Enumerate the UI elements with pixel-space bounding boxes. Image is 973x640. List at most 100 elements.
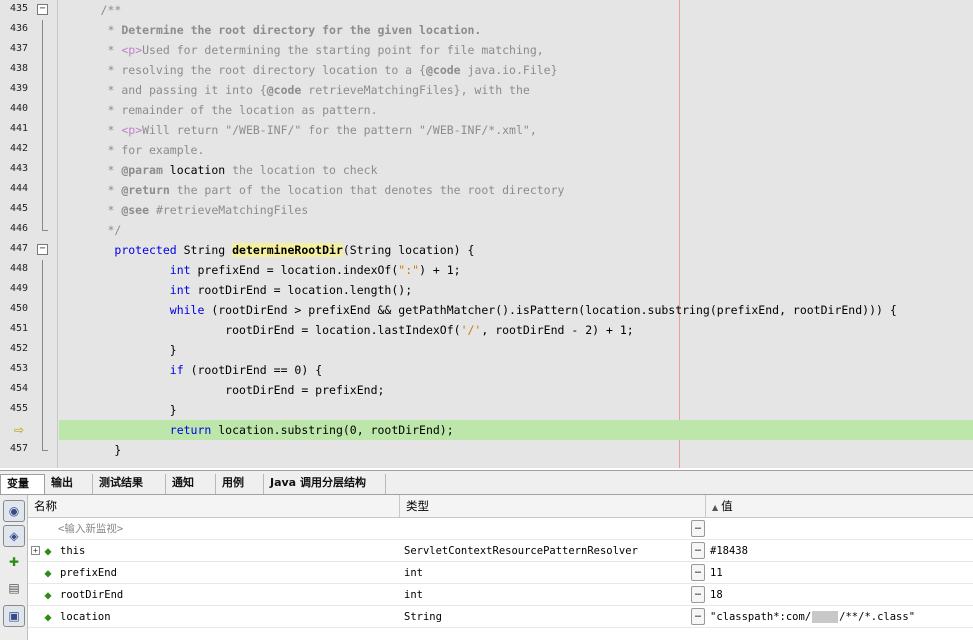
string-literal: ":" bbox=[398, 263, 420, 277]
fold-guide bbox=[42, 340, 43, 360]
tab-usages[interactable]: 用例 bbox=[216, 474, 264, 494]
fold-guide bbox=[42, 100, 43, 120]
evaluate-icon[interactable]: ▤ bbox=[3, 577, 25, 599]
variable-row-prefixEnd[interactable]: ◆ prefixEnd int … 11 bbox=[28, 562, 973, 584]
variable-value[interactable]: #18438 bbox=[710, 540, 970, 562]
code-text: ) + 1; bbox=[419, 263, 461, 277]
code-area[interactable]: /** * Determine the root directory for t… bbox=[59, 0, 973, 468]
tab-label: 通知 bbox=[172, 476, 194, 489]
column-header-value[interactable]: ▲ 值 bbox=[706, 495, 973, 518]
ellipsis-button[interactable]: … bbox=[691, 542, 705, 559]
variable-icon: ◆ bbox=[44, 544, 52, 558]
gutter-line: 454 bbox=[0, 380, 58, 400]
variables-panel: ◉ ◈ ✚ ▤ ▣ 名称 类型 ▲ 值 <输入新监视> … + ◆ this Se… bbox=[0, 495, 973, 640]
tab-notifications[interactable]: 通知 bbox=[166, 474, 216, 494]
tab-variables[interactable]: 变量⊠ bbox=[0, 474, 45, 508]
keyword: protected bbox=[114, 243, 177, 257]
comment: * remainder of the location as pattern. bbox=[100, 103, 378, 117]
ellipsis-button[interactable]: … bbox=[691, 608, 705, 625]
comment: * bbox=[100, 123, 122, 137]
code-text: } bbox=[169, 403, 177, 417]
variable-name: location bbox=[60, 611, 111, 623]
gutter-line: 436 bbox=[0, 20, 58, 40]
variable-type: ServletContextResourcePatternResolver bbox=[404, 545, 638, 557]
code-line: * Determine the root directory for the g… bbox=[59, 20, 973, 40]
current-execution-line: return location.substring(0, rootDirEnd)… bbox=[59, 420, 973, 440]
comment: Will return "/WEB-INF/" for the pattern … bbox=[142, 123, 537, 137]
ellipsis-button[interactable]: … bbox=[691, 520, 705, 537]
variable-name: rootDirEnd bbox=[60, 589, 124, 601]
code-text: , rootDirEnd - 2) + 1; bbox=[481, 323, 634, 337]
ellipsis-button[interactable]: … bbox=[691, 586, 705, 603]
watch-settings-icon[interactable]: ◈ bbox=[3, 525, 25, 547]
code-text: } bbox=[169, 343, 177, 357]
code-text: String bbox=[176, 243, 233, 257]
expand-icon[interactable]: + bbox=[31, 546, 40, 555]
line-number: 444 bbox=[9, 183, 28, 194]
line-number: 435 bbox=[9, 3, 28, 14]
comment-summary: Determine the root directory for the giv… bbox=[121, 23, 482, 37]
code-line: } bbox=[59, 440, 973, 460]
column-header-name[interactable]: 名称 bbox=[28, 495, 400, 518]
fold-guide bbox=[42, 160, 43, 180]
fold-guide bbox=[42, 200, 43, 220]
line-number: 450 bbox=[9, 303, 28, 314]
new-watch-row[interactable]: <输入新监视> … bbox=[28, 518, 973, 540]
save-icon[interactable]: ▣ bbox=[3, 605, 25, 627]
code-line: } bbox=[59, 340, 973, 360]
line-number: 453 bbox=[9, 363, 28, 374]
tab-test-results[interactable]: 测试结果 bbox=[93, 474, 166, 494]
line-number: 443 bbox=[9, 163, 28, 174]
variable-value[interactable]: "classpath*:com/ /**/*.class" bbox=[710, 606, 970, 628]
line-number-gutter: 435− 436 437 438 439 440 441 442 443 444… bbox=[0, 0, 58, 468]
gutter-line: 439 bbox=[0, 80, 58, 100]
variable-value[interactable]: 11 bbox=[710, 562, 970, 584]
comment-tag: @param bbox=[121, 163, 163, 177]
line-number: 442 bbox=[9, 143, 28, 154]
add-watch-icon[interactable]: ✚ bbox=[3, 551, 25, 573]
gutter-line: 446 bbox=[0, 220, 58, 240]
sort-ascending-icon: ▲ bbox=[712, 503, 719, 512]
ellipsis-button[interactable]: … bbox=[691, 564, 705, 581]
gutter-line: 440 bbox=[0, 100, 58, 120]
fold-collapse-icon[interactable]: − bbox=[37, 4, 48, 15]
variable-row-location[interactable]: ◆ location String … "classpath*:com/ /**/… bbox=[28, 606, 973, 628]
variable-name: this bbox=[60, 545, 86, 557]
fold-guide bbox=[42, 420, 43, 440]
variable-value[interactable]: 18 bbox=[710, 584, 970, 606]
gutter-line: 457 bbox=[0, 440, 58, 460]
code-text: rootDirEnd = location.length(); bbox=[190, 283, 413, 297]
variable-row-this[interactable]: + ◆ this ServletContextResourcePatternRe… bbox=[28, 540, 973, 562]
code-line: * remainder of the location as pattern. bbox=[59, 100, 973, 120]
keyword: int bbox=[169, 283, 191, 297]
new-watch-placeholder[interactable]: <输入新监视> bbox=[58, 518, 393, 540]
fold-guide bbox=[42, 60, 43, 80]
variable-type: String bbox=[404, 611, 442, 623]
line-number: 447 bbox=[9, 243, 28, 254]
variable-row-rootDirEnd[interactable]: ◆ rootDirEnd int … 18 bbox=[28, 584, 973, 606]
comment: retrieveMatchingFiles}, with the bbox=[301, 83, 530, 97]
watch-icon[interactable]: ◉ bbox=[3, 500, 25, 522]
value-part: /**/*.class" bbox=[839, 611, 916, 623]
line-number: 441 bbox=[9, 123, 28, 134]
line-number: 438 bbox=[9, 63, 28, 74]
tab-java-call-hierarchy[interactable]: Java 调用分层结构 bbox=[264, 474, 386, 494]
gutter-line: 444 bbox=[0, 180, 58, 200]
code-text: } bbox=[114, 443, 122, 457]
code-editor[interactable]: 435− 436 437 438 439 440 441 442 443 444… bbox=[0, 0, 973, 468]
comment: * bbox=[100, 203, 122, 217]
code-text: location.substring(0, rootDirEnd); bbox=[211, 423, 454, 437]
line-number: 455 bbox=[9, 403, 28, 414]
fold-guide bbox=[42, 280, 43, 300]
gutter-line: 442 bbox=[0, 140, 58, 160]
tab-output[interactable]: 输出 bbox=[45, 474, 93, 494]
line-number: 457 bbox=[9, 443, 28, 454]
fold-collapse-icon[interactable]: − bbox=[37, 244, 48, 255]
comment-tag: @code bbox=[266, 83, 302, 97]
code-line: * <p>Used for determining the starting p… bbox=[59, 40, 973, 60]
column-header-type[interactable]: 类型 bbox=[400, 495, 706, 518]
fold-guide bbox=[42, 440, 43, 450]
comment: #retrieveMatchingFiles bbox=[149, 203, 309, 217]
fold-guide bbox=[42, 260, 43, 280]
code-line: * <p>Will return "/WEB-INF/" for the pat… bbox=[59, 120, 973, 140]
